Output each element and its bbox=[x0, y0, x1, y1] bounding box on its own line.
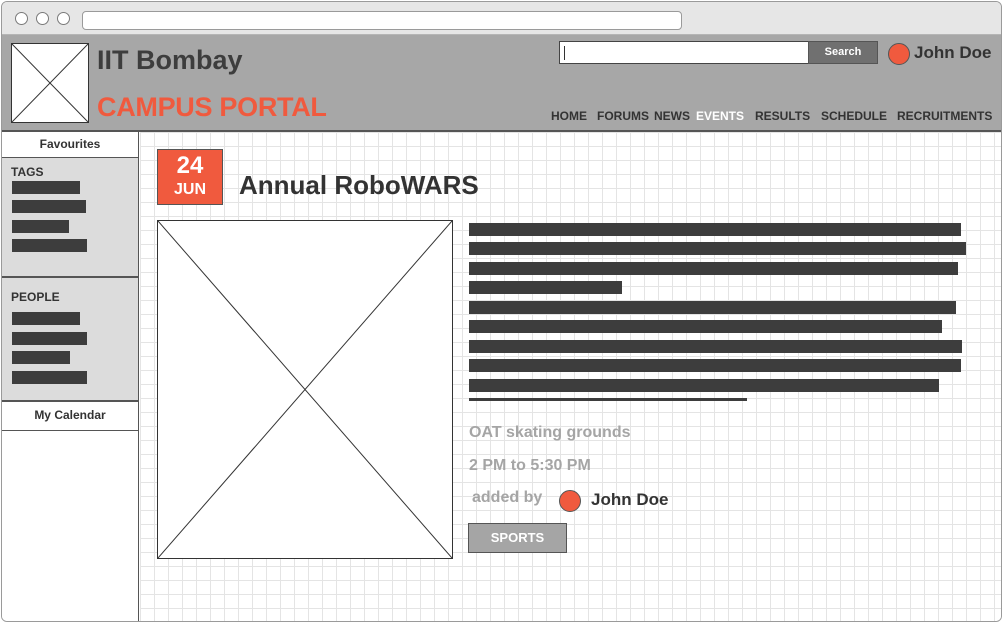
event-title: Annual RoboWARS bbox=[239, 170, 479, 200]
browser-window: IIT Bombay CAMPUS PORTAL Search John Doe… bbox=[1, 1, 1002, 622]
search-input[interactable] bbox=[559, 41, 809, 64]
author-name[interactable]: John Doe bbox=[591, 490, 668, 510]
nav-home[interactable]: HOME bbox=[551, 109, 587, 123]
window-minimize-control[interactable] bbox=[36, 12, 49, 25]
added-by-label: added by bbox=[472, 489, 543, 506]
nav-forums[interactable]: FORUMS bbox=[597, 109, 649, 123]
people-section: PEOPLE bbox=[2, 278, 138, 402]
author-avatar[interactable] bbox=[559, 490, 581, 512]
event-detail: 24 JUN Annual RoboWARS OAT skating groun… bbox=[140, 132, 1001, 621]
event-date-badge: 24 JUN bbox=[157, 149, 223, 205]
user-name[interactable]: John Doe bbox=[914, 43, 991, 63]
tag-item[interactable] bbox=[12, 220, 69, 233]
person-item[interactable] bbox=[12, 312, 80, 325]
description-line bbox=[469, 320, 942, 333]
site-header: IIT Bombay CAMPUS PORTAL Search John Doe… bbox=[2, 35, 1001, 132]
tag-item[interactable] bbox=[12, 181, 80, 194]
event-image-placeholder-icon bbox=[157, 220, 453, 559]
tag-item[interactable] bbox=[12, 239, 87, 252]
logo-placeholder-icon bbox=[11, 43, 89, 123]
event-month: JUN bbox=[173, 181, 206, 198]
description-underline bbox=[469, 398, 747, 401]
user-avatar[interactable] bbox=[888, 43, 910, 65]
description-line bbox=[469, 301, 956, 314]
person-item[interactable] bbox=[12, 351, 70, 364]
text-cursor bbox=[564, 46, 565, 60]
search-button[interactable]: Search bbox=[808, 41, 878, 64]
tag-item[interactable] bbox=[12, 200, 86, 213]
window-close-control[interactable] bbox=[15, 12, 28, 25]
person-item[interactable] bbox=[12, 332, 87, 345]
event-day: 24 bbox=[176, 152, 204, 179]
browser-chrome bbox=[2, 2, 1001, 35]
tags-section: TAGS bbox=[2, 158, 138, 278]
description-line bbox=[469, 262, 958, 275]
description-line bbox=[469, 379, 939, 392]
nav-schedule[interactable]: SCHEDULE bbox=[821, 109, 887, 123]
nav-recruitments[interactable]: RECRUITMENTS bbox=[897, 109, 992, 123]
description-line bbox=[469, 223, 961, 236]
tags-title: TAGS bbox=[11, 165, 44, 179]
event-location: OAT skating grounds bbox=[469, 424, 631, 441]
window-maximize-control[interactable] bbox=[57, 12, 70, 25]
brand-name: IIT Bombay bbox=[97, 45, 243, 75]
favourites-link[interactable]: Favourites bbox=[2, 132, 138, 158]
event-time: 2 PM to 5:30 PM bbox=[469, 457, 591, 474]
nav-news[interactable]: NEWS bbox=[654, 109, 690, 123]
nav-events[interactable]: EVENTS bbox=[696, 109, 744, 123]
address-bar[interactable] bbox=[82, 11, 682, 30]
portal-title: CAMPUS PORTAL bbox=[97, 92, 327, 122]
description-line bbox=[469, 281, 622, 294]
sidebar: Favourites TAGS PEOPLE My Calendar bbox=[2, 132, 139, 621]
my-calendar-link[interactable]: My Calendar bbox=[2, 402, 138, 431]
people-title: PEOPLE bbox=[11, 290, 60, 304]
description-line bbox=[469, 359, 961, 372]
person-item[interactable] bbox=[12, 371, 87, 384]
description-line bbox=[469, 340, 962, 353]
nav-results[interactable]: RESULTS bbox=[755, 109, 810, 123]
sports-tag-button[interactable]: SPORTS bbox=[468, 523, 567, 553]
description-line bbox=[469, 242, 966, 255]
